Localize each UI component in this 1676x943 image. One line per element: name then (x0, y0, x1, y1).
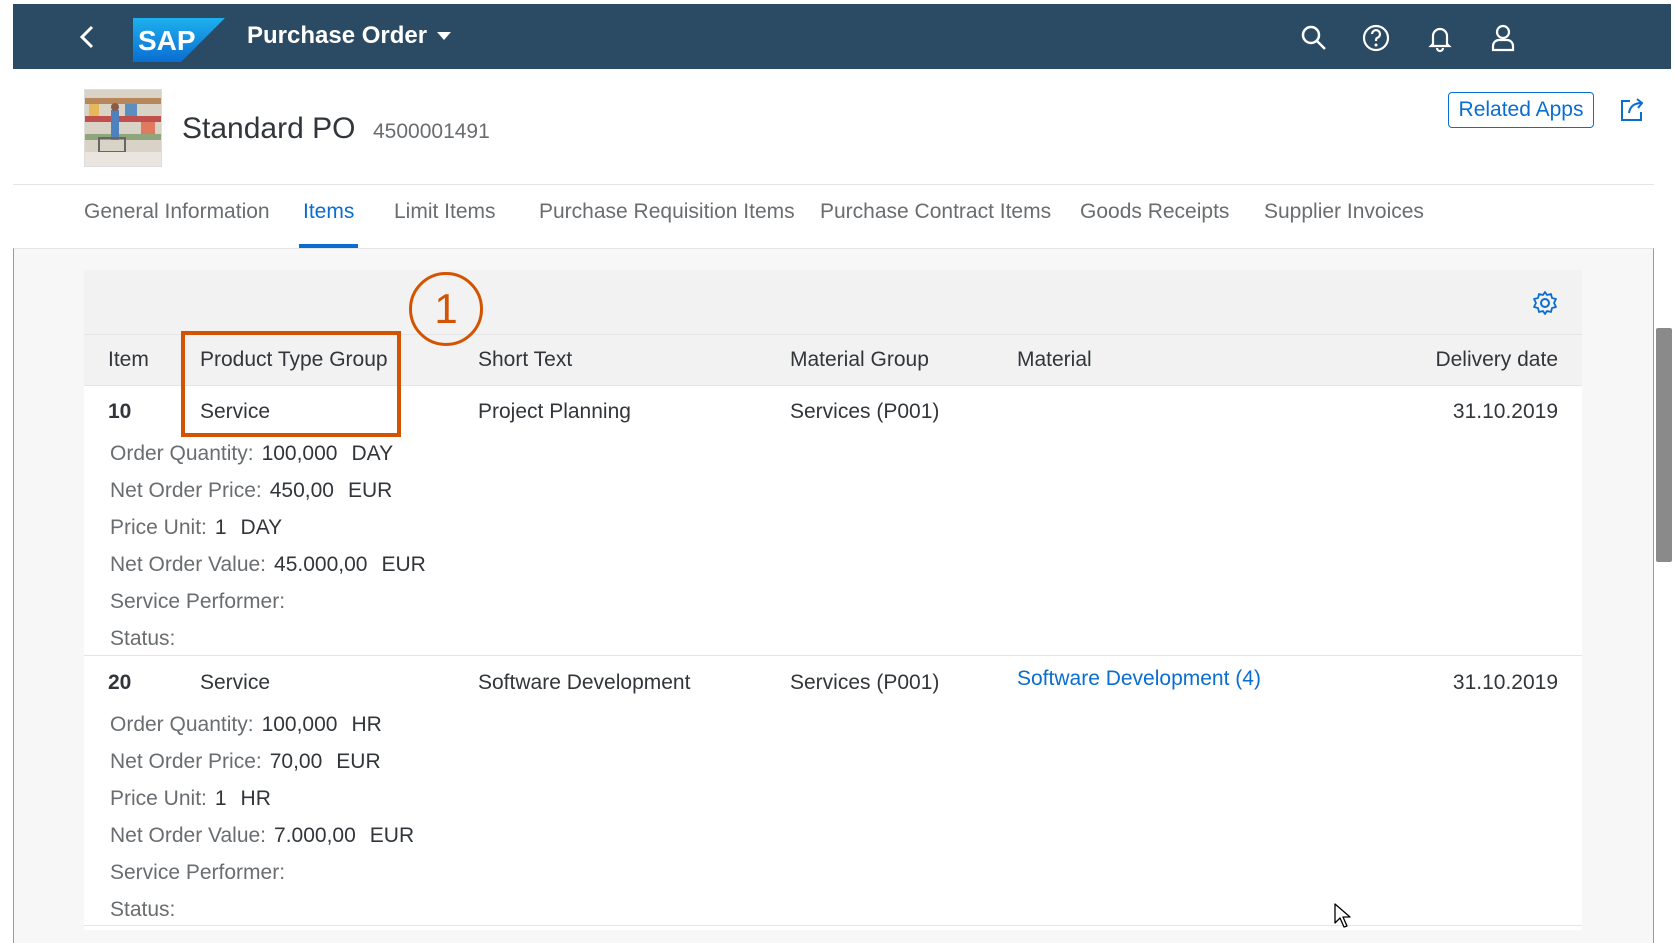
column-header-short-text[interactable]: Short Text (478, 348, 572, 372)
tab-limit-items[interactable]: Limit Items (394, 200, 496, 248)
material-group: Services (P001) (790, 671, 940, 694)
short-text: Software Development (478, 671, 691, 694)
column-header-material[interactable]: Material (1017, 348, 1092, 372)
product-type-group: Service (200, 671, 271, 694)
sap-logo-text: SAP (138, 25, 196, 56)
user-icon[interactable] (1487, 22, 1519, 54)
service-performer: Service Performer: (110, 590, 286, 613)
sap-logo[interactable]: SAP (133, 18, 225, 62)
column-header-material-group[interactable]: Material Group (790, 348, 929, 372)
po-number: 4500001491 (373, 120, 490, 143)
service-performer: Service Performer: (110, 861, 286, 884)
order-quantity: Order Quantity: 100,000 HR (110, 713, 382, 736)
status: Status: (110, 627, 176, 650)
status: Status: (110, 898, 176, 921)
scrollbar[interactable] (1656, 328, 1672, 562)
back-icon[interactable] (73, 22, 103, 52)
net-order-price: Net Order Price: 450,00 EUR (110, 479, 393, 502)
delivery-date: 31.10.2019 (1452, 400, 1558, 423)
price-unit: Price Unit: 1 DAY (110, 516, 283, 539)
delivery-date: 31.10.2019 (1452, 671, 1558, 694)
related-apps-button[interactable]: Related Apps (1448, 92, 1594, 128)
material-link[interactable]: Software Development (4) (1017, 667, 1261, 691)
tab-purchase-contract-items[interactable]: Purchase Contract Items (820, 200, 1051, 248)
tab-supplier-invoices[interactable]: Supplier Invoices (1264, 200, 1424, 248)
callout-number: 1 (409, 272, 483, 346)
help-icon[interactable] (1360, 22, 1392, 54)
net-order-value: Net Order Value: 45.000,00 EUR (110, 553, 426, 576)
item-number: 20 (108, 671, 132, 694)
mouse-cursor-icon (1334, 903, 1351, 928)
column-header-item[interactable]: Item (108, 348, 149, 372)
tab-purchase-requisition-items[interactable]: Purchase Requisition Items (539, 200, 795, 248)
order-quantity: Order Quantity: 100,000 DAY (110, 442, 394, 465)
search-icon[interactable] (1298, 22, 1330, 54)
net-order-value: Net Order Value: 7.000,00 EUR (110, 824, 415, 847)
tab-items[interactable]: Items (298, 200, 359, 248)
callout-highlight-box (181, 331, 401, 437)
material-group: Services (P001) (790, 400, 940, 423)
tab-goods-receipts[interactable]: Goods Receipts (1080, 200, 1229, 248)
app-title[interactable]: Purchase Order (247, 22, 452, 50)
table-toolbar (84, 270, 1582, 335)
item-number: 10 (108, 400, 132, 423)
notifications-icon[interactable] (1424, 22, 1456, 54)
header-divider (13, 184, 1654, 185)
settings-gear-icon[interactable] (1532, 290, 1558, 316)
net-order-price: Net Order Price: 70,00 EUR (110, 750, 381, 773)
shell-bar: SAP Purchase Order (13, 4, 1671, 69)
page-title: Standard PO (182, 112, 356, 145)
share-icon[interactable] (1618, 96, 1646, 124)
price-unit: Price Unit: 1 HR (110, 787, 271, 810)
caret-down-icon (437, 32, 452, 40)
app-title-text: Purchase Order (247, 22, 428, 49)
table-row[interactable]: 20 Service Software Development Services… (84, 657, 1582, 926)
tab-general-information[interactable]: General Information (84, 200, 270, 248)
short-text: Project Planning (478, 400, 631, 423)
column-header-delivery-date[interactable]: Delivery date (1435, 348, 1558, 372)
product-image (84, 89, 162, 167)
